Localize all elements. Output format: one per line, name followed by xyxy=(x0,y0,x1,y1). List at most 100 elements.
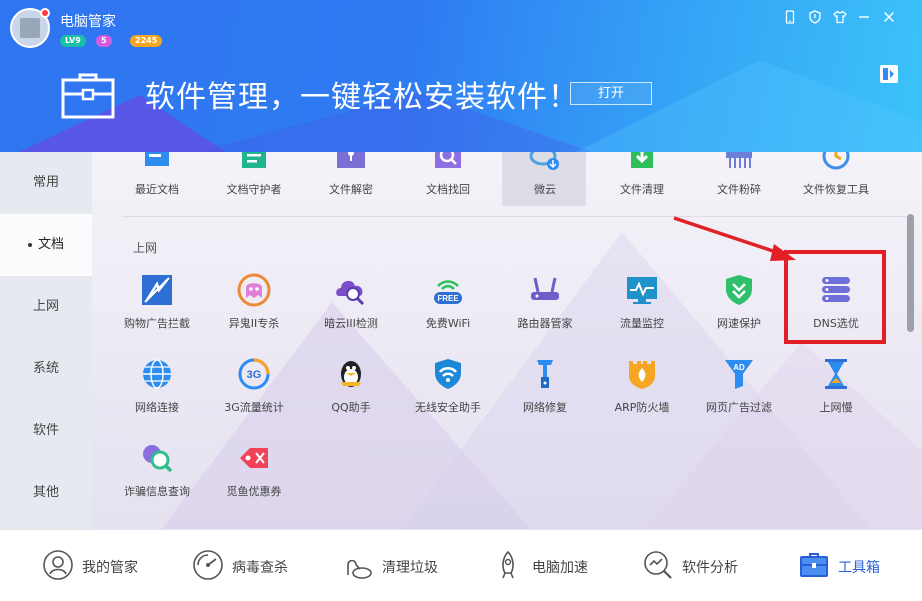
tool-label: 微云 xyxy=(534,183,556,196)
tool-label: 网络连接 xyxy=(135,401,179,414)
sidebar-item-label: 常用 xyxy=(32,175,59,190)
scrollbar[interactable] xyxy=(907,214,914,332)
svg-text:FREE: FREE xyxy=(437,294,459,303)
tool-slow-internet[interactable]: 上网慢 xyxy=(793,356,879,434)
recent-docs-icon xyxy=(145,152,169,166)
message-badge[interactable]: 5 xyxy=(96,35,112,47)
nav-toolbox[interactable]: 工具箱 xyxy=(798,530,918,601)
3g-icon: 3G xyxy=(238,358,270,390)
tool-fraud-search[interactable]: 诈骗信息查询 xyxy=(114,440,200,518)
shield-icon[interactable] xyxy=(806,8,824,26)
bottom-nav: 我的管家 病毒查杀 清理垃圾 电脑加速 软件分析 工具箱 xyxy=(0,529,922,601)
sidebar-item-other[interactable]: 其他 xyxy=(0,462,92,524)
tool-router[interactable]: 路由器管家 xyxy=(502,272,588,350)
nav-label: 清理垃圾 xyxy=(382,560,438,576)
tool-doc-guardian[interactable]: 文档守护者 xyxy=(211,152,297,216)
file-clean-icon xyxy=(631,152,653,168)
tool-network-connect[interactable]: 网络连接 xyxy=(114,356,200,434)
tool-wifi-security[interactable]: 无线安全助手 xyxy=(405,356,491,434)
free-wifi-icon: FREE xyxy=(434,280,462,304)
tool-file-shredder[interactable]: 文件粉碎 xyxy=(696,152,782,216)
tool-label: 无线安全助手 xyxy=(415,401,481,414)
tool-label: QQ助手 xyxy=(331,401,371,414)
section-title: 上网 xyxy=(133,241,158,255)
file-decrypt-icon xyxy=(337,152,365,168)
wifi-shield-icon xyxy=(435,359,461,389)
phone-icon[interactable] xyxy=(781,8,799,26)
nav-speed-up[interactable]: 电脑加速 xyxy=(492,530,612,601)
sidebar-item-system[interactable]: 系统 xyxy=(0,338,92,400)
tool-file-decrypt[interactable]: 文件解密 xyxy=(308,152,394,216)
tool-network-repair[interactable]: 网络修复 xyxy=(502,356,588,434)
coin-badge[interactable]: 2245 xyxy=(130,35,163,47)
tool-ad-block[interactable]: 购物广告拦截 xyxy=(114,272,200,350)
sidebar-item-internet[interactable]: 上网 xyxy=(0,276,92,338)
tool-speed-shield[interactable]: 网速保护 xyxy=(696,272,782,350)
tool-label: 文件清理 xyxy=(620,183,664,196)
minimize-icon[interactable] xyxy=(855,8,873,26)
tool-label: 文档守护者 xyxy=(226,183,282,196)
nav-my-butler[interactable]: 我的管家 xyxy=(42,530,162,601)
decor-triangle xyxy=(560,60,922,152)
sidebar-item-label: 文档 xyxy=(37,237,64,252)
tool-panel: 最近文档 文档守护者 文件解密 文档找回 微云 文件清理 文件粉碎 文件恢复工具… xyxy=(92,152,922,529)
tool-3g-stats[interactable]: 3G 3G流量统计 xyxy=(211,356,297,434)
tool-dark-cloud-scan[interactable]: 暗云III检测 xyxy=(308,272,394,350)
router-icon xyxy=(531,277,559,300)
nav-label: 电脑加速 xyxy=(532,560,588,576)
banner-title: 软件管理，一键轻松安装软件！ xyxy=(145,80,579,115)
ghost-killer-icon xyxy=(237,273,271,307)
nav-clean-junk[interactable]: 清理垃圾 xyxy=(342,530,462,601)
tool-free-wifi[interactable]: FREE 免费WiFi xyxy=(405,272,491,350)
annotation-highlight-box xyxy=(784,250,886,344)
sidebar: 常用 文档 上网 系统 软件 其他 xyxy=(0,152,92,529)
hourglass-icon xyxy=(825,359,847,389)
traffic-monitor-icon xyxy=(627,277,657,304)
nav-software-analysis[interactable]: 软件分析 xyxy=(642,530,762,601)
app-title: 电脑管家 xyxy=(60,14,116,30)
active-dot xyxy=(27,242,32,247)
shirt-icon[interactable] xyxy=(831,8,849,26)
tool-weiyun[interactable]: 微云 xyxy=(502,152,588,216)
tool-label: 路由器管家 xyxy=(517,317,573,330)
nav-virus-scan[interactable]: 病毒查杀 xyxy=(192,530,312,601)
nav-label: 我的管家 xyxy=(82,560,138,576)
coupon-icon xyxy=(240,448,268,468)
tool-ghost-killer[interactable]: 异鬼II专杀 xyxy=(211,272,297,350)
tool-arp-firewall[interactable]: ARP防火墙 xyxy=(599,356,685,434)
globe-icon xyxy=(143,359,171,389)
sidebar-item-documents[interactable]: 文档 xyxy=(0,214,92,276)
tool-label: 文件解密 xyxy=(329,183,373,196)
butler-icon xyxy=(43,550,73,580)
tool-doc-recover[interactable]: 文档找回 xyxy=(405,152,491,216)
qq-penguin-icon xyxy=(341,361,361,387)
tool-coupon[interactable]: 觅鱼优惠券 xyxy=(211,440,297,518)
sidebar-item-label: 软件 xyxy=(32,423,59,438)
tool-label: 文件粉碎 xyxy=(717,183,761,196)
ad-block-icon xyxy=(142,275,172,305)
tool-file-restore[interactable]: 文件恢复工具 xyxy=(793,152,879,216)
sidebar-item-software[interactable]: 软件 xyxy=(0,400,92,462)
open-button[interactable]: 打开 xyxy=(570,82,652,105)
exit-panel-icon[interactable] xyxy=(877,62,901,86)
file-shredder-icon xyxy=(726,152,752,168)
tool-label: 网速保护 xyxy=(717,317,761,330)
tool-label: 最近文档 xyxy=(135,183,179,196)
sidebar-item-label: 系统 xyxy=(32,361,59,376)
tool-file-clean[interactable]: 文件清理 xyxy=(599,152,685,216)
sidebar-item-common[interactable]: 常用 xyxy=(0,152,92,214)
close-icon[interactable] xyxy=(880,8,898,26)
tool-ad-filter[interactable]: AD 网页广告过滤 xyxy=(696,356,782,434)
dark-cloud-scan-icon xyxy=(336,280,365,306)
tool-label: 网络修复 xyxy=(523,401,567,414)
weiyun-icon xyxy=(529,152,559,170)
tool-label: ARP防火墙 xyxy=(614,401,670,414)
level-badge[interactable]: LV9 xyxy=(60,35,86,47)
tool-traffic-monitor[interactable]: 流量监控 xyxy=(599,272,685,350)
toolbox-icon xyxy=(61,73,115,119)
tool-label: 流量监控 xyxy=(620,317,664,330)
tool-label: 免费WiFi xyxy=(425,317,471,330)
svg-text:AD: AD xyxy=(733,363,745,372)
tool-recent-docs[interactable]: 最近文档 xyxy=(114,152,200,216)
tool-qq-assistant[interactable]: QQ助手 xyxy=(308,356,394,434)
